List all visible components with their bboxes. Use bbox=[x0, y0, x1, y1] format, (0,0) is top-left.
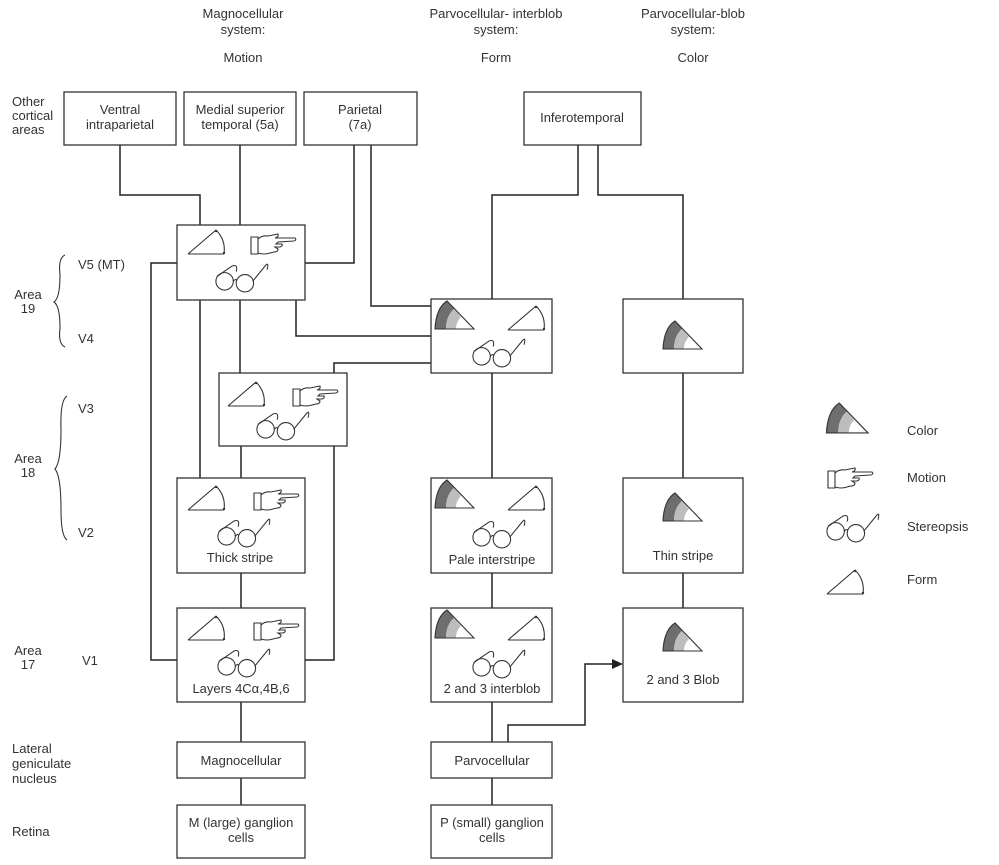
box-label: Medial superior bbox=[196, 102, 286, 117]
header-subtitle: system: bbox=[474, 22, 519, 37]
box-label: intraparietal bbox=[86, 117, 154, 132]
box-retina-p: P (small) ganglion cells bbox=[430, 804, 553, 859]
header-subtitle: system: bbox=[671, 22, 716, 37]
box-thin-stripe: Thin stripe bbox=[622, 477, 744, 574]
form-icon bbox=[826, 569, 865, 595]
label-area-18: Area bbox=[14, 451, 42, 466]
header-parvo-interblob: Parvocellular- interblob system: Form bbox=[430, 6, 563, 65]
header-title: Parvocellular-blob bbox=[641, 6, 745, 21]
label-retina: Retina bbox=[12, 824, 50, 839]
box-label: cells bbox=[479, 830, 506, 845]
diagram-canvas: Magnocellular system: Motion Parvocellul… bbox=[12, 6, 969, 859]
box-label: Thick stripe bbox=[207, 550, 273, 565]
color-sector-icon bbox=[825, 402, 869, 434]
box-v3 bbox=[218, 372, 348, 447]
box-thick-stripe: Thick stripe bbox=[176, 477, 306, 574]
box-label: Parvocellular bbox=[454, 753, 530, 768]
box-v4-interblob bbox=[430, 298, 553, 374]
label-area-17: 17 bbox=[21, 657, 35, 672]
box-label: M (large) ganglion bbox=[189, 815, 294, 830]
box-label: Thin stripe bbox=[653, 548, 714, 563]
header-magnocellular: Magnocellular system: Motion bbox=[203, 6, 285, 65]
header-function: Form bbox=[481, 50, 511, 65]
header-title: Parvocellular- interblob bbox=[430, 6, 563, 21]
legend-label: Stereopsis bbox=[907, 519, 969, 534]
box-v4-blob bbox=[622, 298, 744, 374]
legend: Color Motion Stereopsis Form bbox=[825, 402, 969, 595]
pointing-hand-icon bbox=[827, 467, 874, 489]
arrowhead-icon bbox=[612, 659, 623, 669]
box-label: Parietal bbox=[338, 102, 382, 117]
legend-item-motion: Motion bbox=[827, 467, 946, 489]
label-other-cortical: areas bbox=[12, 122, 45, 137]
glasses-icon bbox=[826, 513, 880, 543]
label-v1: V1 bbox=[82, 653, 98, 668]
header-subtitle: system: bbox=[221, 22, 266, 37]
header-parvo-blob: Parvocellular-blob system: Color bbox=[641, 6, 745, 65]
legend-label: Motion bbox=[907, 470, 946, 485]
box-label: (7a) bbox=[348, 117, 371, 132]
label-area-19: 19 bbox=[21, 301, 35, 316]
header-function: Motion bbox=[223, 50, 262, 65]
label-area-19: Area bbox=[14, 287, 42, 302]
label-other-cortical: cortical bbox=[12, 108, 53, 123]
label-v5: V5 (MT) bbox=[78, 257, 125, 272]
legend-label: Color bbox=[907, 423, 939, 438]
box-inferotemporal: Inferotemporal bbox=[523, 91, 642, 146]
label-v3: V3 bbox=[78, 401, 94, 416]
box-retina-m: M (large) ganglion cells bbox=[176, 804, 306, 859]
box-label: 2 and 3 interblob bbox=[444, 681, 541, 696]
box-label: Ventral bbox=[100, 102, 141, 117]
box-label: Magnocellular bbox=[201, 753, 283, 768]
label-area-18: 18 bbox=[21, 465, 35, 480]
visual-pathways-diagram: Magnocellular system: Motion Parvocellul… bbox=[0, 0, 999, 865]
label-lgn: geniculate bbox=[12, 756, 71, 771]
box-label: cells bbox=[228, 830, 255, 845]
legend-item-form: Form bbox=[826, 569, 937, 595]
box-medial-superior-temporal: Medial superior temporal (5a) bbox=[183, 91, 297, 146]
brace-area-19 bbox=[53, 254, 66, 348]
box-label: P (small) ganglion bbox=[440, 815, 544, 830]
box-lgn-parvocellular: Parvocellular bbox=[430, 741, 553, 779]
legend-label: Form bbox=[907, 572, 937, 587]
brace-area-18 bbox=[54, 395, 68, 541]
box-label: temporal (5a) bbox=[201, 117, 278, 132]
label-v2: V2 bbox=[78, 525, 94, 540]
header-function: Color bbox=[677, 50, 709, 65]
label-v4: V4 bbox=[78, 331, 94, 346]
box-ventral-intraparietal: Ventral intraparietal bbox=[63, 91, 177, 146]
box-parietal: Parietal (7a) bbox=[303, 91, 418, 146]
box-v1-magno: Layers 4Cα,4B,6 bbox=[176, 607, 306, 703]
label-area-17: Area bbox=[14, 643, 42, 658]
row-labels: Other cortical areas Area 19 V5 (MT) V4 … bbox=[12, 94, 125, 839]
box-label: Layers 4Cα,4B,6 bbox=[192, 681, 289, 696]
box-label: Pale interstripe bbox=[449, 552, 536, 567]
legend-item-color: Color bbox=[825, 402, 939, 438]
box-v5 bbox=[176, 224, 306, 301]
box-v1-interblob: 2 and 3 interblob bbox=[430, 607, 553, 703]
legend-item-stereopsis: Stereopsis bbox=[826, 513, 969, 543]
label-lgn: nucleus bbox=[12, 771, 57, 786]
box-label: 2 and 3 Blob bbox=[646, 672, 719, 687]
box-v1-blob: 2 and 3 Blob bbox=[622, 607, 744, 703]
box-pale-interstripe: Pale interstripe bbox=[430, 477, 553, 574]
box-label: Inferotemporal bbox=[540, 110, 624, 125]
header-title: Magnocellular bbox=[203, 6, 285, 21]
label-lgn: Lateral bbox=[12, 741, 52, 756]
label-other-cortical: Other bbox=[12, 94, 45, 109]
box-lgn-magnocellular: Magnocellular bbox=[176, 741, 306, 779]
